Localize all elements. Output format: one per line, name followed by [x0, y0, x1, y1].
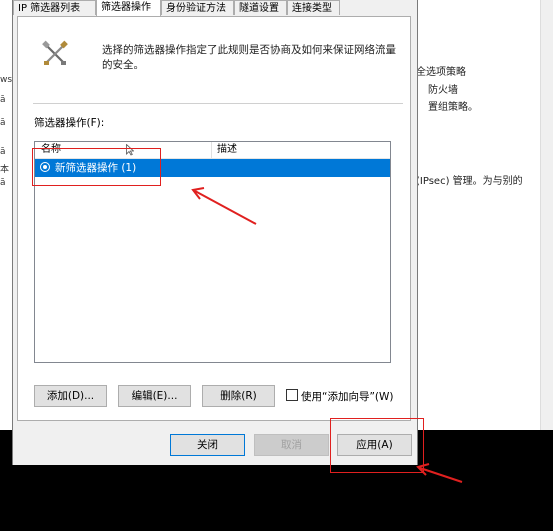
- arrow-to-apply-icon: [416, 463, 463, 483]
- tab-filter-action[interactable]: 筛选器操作: [96, 0, 161, 16]
- annotation-arrows: [191, 187, 463, 483]
- arrow-to-selection-icon: [191, 187, 257, 225]
